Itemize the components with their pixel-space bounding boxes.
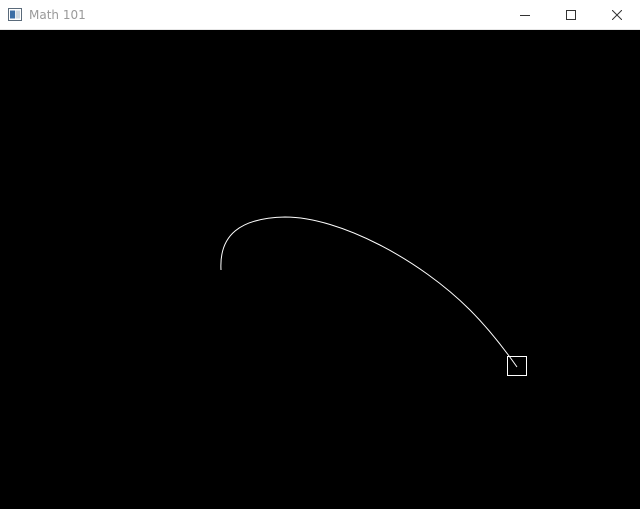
drawing-canvas[interactable] xyxy=(0,30,640,509)
close-button[interactable] xyxy=(594,0,640,29)
title-bar[interactable]: Math 101 xyxy=(0,0,640,30)
minimize-button[interactable] xyxy=(502,0,548,29)
maximize-button[interactable] xyxy=(548,0,594,29)
endpoint-marker[interactable] xyxy=(507,356,527,376)
window-app-icon xyxy=(8,8,22,21)
close-icon xyxy=(612,9,622,20)
minimize-icon xyxy=(520,14,530,16)
drawn-curve xyxy=(220,216,518,368)
maximize-icon xyxy=(566,9,576,20)
window-title: Math 101 xyxy=(29,8,86,22)
canvas-svg xyxy=(220,216,527,376)
app-window: Math 101 xyxy=(0,0,640,509)
